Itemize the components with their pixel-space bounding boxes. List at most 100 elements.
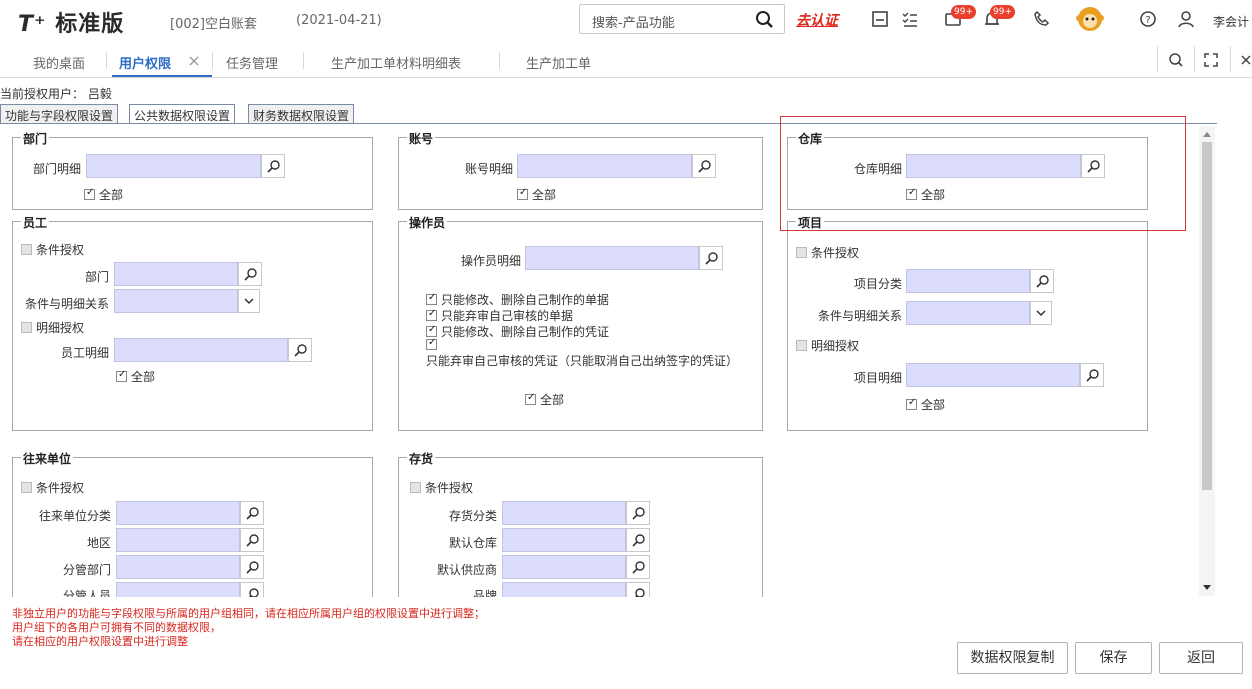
inventory-condition-checkbox[interactable]: 条件授权: [410, 479, 473, 496]
phone-icon[interactable]: [1032, 9, 1052, 29]
lookup-icon: [632, 507, 645, 520]
project-detail-lookup-button[interactable]: [1080, 363, 1104, 387]
tab-production-order[interactable]: 生产加工单: [526, 53, 591, 72]
partner-category-field[interactable]: [116, 501, 240, 525]
project-relation-select[interactable]: [906, 301, 1030, 325]
employee-relation-dropdown[interactable]: [238, 289, 260, 313]
operator-option-unaudit-own-vouchers[interactable]: 只能弃审自己审核的凭证（只能取消自己出纳签字的凭证）: [426, 337, 738, 369]
checkbox-icon: [410, 482, 421, 493]
tab-search-icon[interactable]: [1166, 50, 1186, 70]
account-detail-field[interactable]: [517, 154, 692, 178]
checkbox-icon: [796, 340, 807, 351]
user-icon[interactable]: [1176, 9, 1196, 29]
tab-separator: [106, 52, 107, 69]
inventory-supplier-lookup-button[interactable]: [626, 555, 650, 579]
account-detail-lookup-button[interactable]: [692, 154, 716, 178]
close-tab-icon[interactable]: [188, 55, 200, 67]
copy-permissions-button[interactable]: 数据权限复制: [957, 642, 1068, 674]
lookup-icon: [632, 534, 645, 547]
dept-all-checkbox[interactable]: 全部: [84, 186, 123, 203]
partner-region-field[interactable]: [116, 528, 240, 552]
employee-relation-label: 条件与明细关系: [24, 297, 109, 311]
subtab-public-data[interactable]: 公共数据权限设置: [129, 104, 236, 124]
inventory-warehouse-lookup-button[interactable]: [626, 528, 650, 552]
search-input[interactable]: 搜索-产品功能: [592, 12, 675, 31]
message-badge: 99+: [951, 5, 976, 19]
project-detail-field[interactable]: [906, 363, 1080, 387]
search-icon[interactable]: [754, 9, 776, 31]
certify-link[interactable]: 去认证: [796, 10, 838, 30]
employee-detail-lookup-button[interactable]: [288, 338, 312, 362]
tab-desktop[interactable]: 我的桌面: [33, 53, 85, 72]
employee-relation-select[interactable]: [114, 289, 238, 313]
tab-separator: [1230, 46, 1231, 72]
operator-option-unaudit-own-documents[interactable]: 只能弃审自己审核的单据: [426, 307, 573, 324]
search-box[interactable]: 搜索-产品功能: [579, 4, 785, 34]
close-all-icon[interactable]: [1236, 50, 1252, 70]
partner-category-lookup-button[interactable]: [240, 501, 264, 525]
operator-detail-lookup-button[interactable]: [699, 246, 723, 270]
monkey-avatar-icon[interactable]: [1076, 5, 1104, 33]
operator-all-checkbox[interactable]: 全部: [525, 391, 564, 408]
inventory-brand-field[interactable]: [502, 582, 626, 597]
dept-detail-lookup-button[interactable]: [261, 154, 285, 178]
employee-dept-field[interactable]: [114, 262, 238, 286]
project-all-checkbox[interactable]: 全部: [906, 396, 945, 413]
employee-detail-checkbox[interactable]: 明细授权: [21, 319, 84, 336]
project-condition-checkbox[interactable]: 条件授权: [796, 244, 859, 261]
account-all-checkbox[interactable]: 全部: [517, 186, 556, 203]
app-logo: T⁺ 标准版: [18, 6, 124, 38]
back-button[interactable]: 返回: [1159, 642, 1243, 674]
tab-bar: 我的桌面 用户权限 任务管理 生产加工单材料明细表 生产加工单: [0, 40, 1252, 78]
inventory-brand-lookup-button[interactable]: [626, 582, 650, 597]
inventory-category-field[interactable]: [502, 501, 626, 525]
employee-all-checkbox[interactable]: 全部: [116, 368, 155, 385]
project-relation-label: 条件与明细关系: [817, 309, 902, 323]
tab-task-management[interactable]: 任务管理: [226, 53, 278, 72]
employee-dept-lookup-button[interactable]: [238, 262, 262, 286]
subtab-function-field[interactable]: 功能与字段权限设置: [0, 104, 119, 124]
highlight-box: [780, 116, 1186, 231]
dept-detail-label: 部门明细: [32, 162, 81, 176]
inventory-supplier-field[interactable]: [502, 555, 626, 579]
save-button[interactable]: 保存: [1075, 642, 1152, 674]
scroll-up-icon[interactable]: [1202, 130, 1212, 138]
scroll-down-icon[interactable]: [1202, 584, 1212, 592]
tab-user-permission[interactable]: 用户权限: [119, 53, 171, 72]
tab-production-material-detail[interactable]: 生产加工单材料明细表: [331, 53, 461, 72]
lookup-icon: [246, 534, 259, 547]
partner-condition-checkbox[interactable]: 条件授权: [21, 479, 84, 496]
checkbox-icon: [116, 369, 127, 382]
partner-person-field[interactable]: [116, 582, 240, 597]
checklist-icon[interactable]: [900, 9, 920, 29]
project-detail-checkbox[interactable]: 明细授权: [796, 337, 859, 354]
inventory-warehouse-field[interactable]: [502, 528, 626, 552]
dept-detail-field[interactable]: [86, 154, 261, 178]
fullscreen-icon[interactable]: [1201, 50, 1221, 70]
operator-detail-field[interactable]: [525, 246, 699, 270]
scrollbar-thumb[interactable]: [1202, 142, 1212, 490]
group-title: 员工: [21, 214, 50, 231]
account-name: [002]空白账套: [170, 17, 257, 32]
inventory-category-lookup-button[interactable]: [626, 501, 650, 525]
employee-condition-checkbox[interactable]: 条件授权: [21, 241, 84, 258]
partner-dept-lookup-button[interactable]: [240, 555, 264, 579]
help-icon[interactable]: ?: [1138, 9, 1158, 29]
partner-person-lookup-button[interactable]: [240, 582, 264, 597]
project-category-lookup-button[interactable]: [1030, 269, 1054, 293]
employee-detail-field[interactable]: [114, 338, 288, 362]
save-icon[interactable]: [870, 9, 890, 29]
message-icon[interactable]: 99+: [943, 5, 976, 29]
operator-option-edit-own-documents[interactable]: 只能修改、删除自己制作的单据: [426, 291, 609, 308]
checkbox-icon: [426, 292, 437, 305]
bell-icon[interactable]: 99+: [982, 5, 1015, 29]
project-category-field[interactable]: [906, 269, 1030, 293]
group-operator: 操作员 操作员明细 只能修改、删除自己制作的单据 只能弃审自己审核的单据 只能修…: [398, 214, 763, 431]
project-relation-dropdown[interactable]: [1030, 301, 1052, 325]
partner-dept-field[interactable]: [116, 555, 240, 579]
subtab-finance-data[interactable]: 财务数据权限设置: [248, 104, 355, 124]
vertical-scrollbar[interactable]: [1199, 126, 1215, 596]
group-title: 往来单位: [21, 450, 74, 467]
user-name[interactable]: 李会计: [1213, 13, 1249, 30]
partner-region-lookup-button[interactable]: [240, 528, 264, 552]
